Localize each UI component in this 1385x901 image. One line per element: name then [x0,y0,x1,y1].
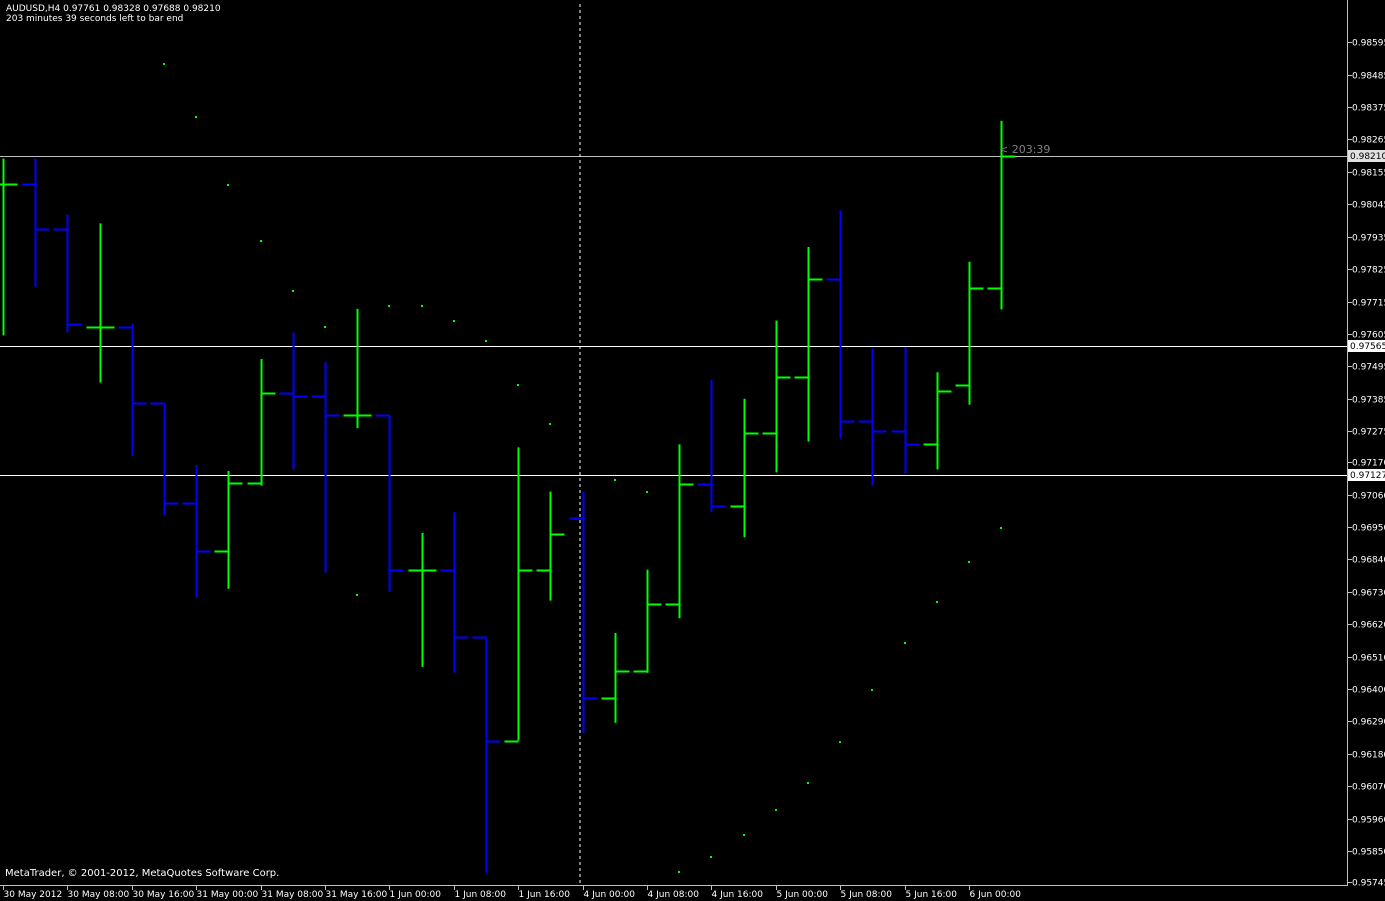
price-tick-label: 0.98485 [1352,72,1385,82]
time-tick-label: 5 Jun 08:00 [841,890,893,900]
sar-dot [646,491,648,493]
sar-dot [678,871,680,873]
bar-timer-label: < 203:39 [999,143,1050,156]
sar-dot [517,384,519,386]
chart-background [0,0,1385,901]
price-tick-label: 0.97060 [1352,492,1385,502]
time-tick-label: 30 May 16:00 [133,890,195,900]
sar-dot [807,782,809,784]
price-tick-label: 0.97715 [1352,299,1385,309]
time-tick-label: 4 Jun 16:00 [712,890,764,900]
price-tick-label: 0.96290 [1352,718,1385,728]
price-tick-label: 0.98265 [1352,136,1385,146]
price-tick-label: 0.97825 [1352,266,1385,276]
time-tick-label: 31 May 00:00 [197,890,259,900]
price-level-label: 0.97565 [1350,342,1385,352]
sar-dot [614,479,616,481]
sar-dot [163,63,165,65]
sar-dot [195,116,197,118]
sar-dot [485,340,487,342]
price-tick-label: 0.96620 [1352,621,1385,631]
price-tick-label: 0.96180 [1352,751,1385,761]
sar-dot [968,561,970,563]
copyright-notice: MetaTrader, © 2001-2012, MetaQuotes Soft… [5,868,280,879]
price-level-label: 0.97127 [1350,471,1385,481]
price-tick-label: 0.97275 [1352,428,1385,438]
price-tick-label: 0.96070 [1352,783,1385,793]
sar-dot [227,184,229,186]
price-chart[interactable]: 0.98595 0.98485 0.98375 0.98265 0.98155 0.980… [0,0,1385,901]
sar-dot [871,689,873,691]
time-tick-label: 4 Jun 08:00 [648,890,700,900]
time-tick-label: 30 May 08:00 [68,890,130,900]
sar-dot [388,305,390,307]
price-tick-label: 0.95850 [1352,848,1385,858]
price-tick-label: 0.96950 [1352,524,1385,534]
sar-dot [839,741,841,743]
price-tick-label: 0.98375 [1352,104,1385,114]
sar-dot [324,326,326,328]
sar-dot [453,320,455,322]
sar-dot [260,240,262,242]
time-tick-label: 30 May 2012 [4,890,63,900]
sar-dot [743,834,745,836]
sar-dot [421,305,423,307]
price-tick-label: 0.98595 [1352,39,1385,49]
time-tick-label: 6 Jun 00:00 [970,890,1022,900]
sar-dot [775,809,777,811]
sar-dot [549,423,551,425]
sar-dot [1000,527,1002,529]
price-tick-label: 0.96840 [1352,556,1385,566]
price-tick-label: 0.97605 [1352,331,1385,341]
sar-dot [710,856,712,858]
time-tick-label: 5 Jun 00:00 [777,890,829,900]
price-tick-label: 0.96510 [1352,654,1385,664]
time-tick-label: 1 Jun 08:00 [455,890,507,900]
price-tick-label: 0.97170 [1352,459,1385,469]
sar-dot [904,642,906,644]
sar-dot [292,290,294,292]
price-tick-label: 0.97495 [1352,363,1385,373]
price-tick-label: 0.97385 [1352,396,1385,406]
time-tick-label: 31 May 08:00 [262,890,324,900]
price-tick-label: 0.95960 [1352,816,1385,826]
price-tick-label: 0.98155 [1352,169,1385,179]
time-tick-label: 1 Jun 00:00 [390,890,442,900]
price-tick-label: 0.96730 [1352,589,1385,599]
price-tick-label: 0.97935 [1352,234,1385,244]
sar-dot [356,594,358,596]
sar-dot [936,601,938,603]
price-tick-label: 0.98045 [1352,201,1385,211]
time-tick-label: 31 May 16:00 [326,890,388,900]
time-tick-label: 5 Jun 16:00 [906,890,958,900]
price-level-label: 0.98210 [1350,152,1385,162]
symbol-info: AUDUSD,H4 0.97761 0.98328 0.97688 0.9821… [6,4,221,14]
price-tick-label: 0.95745 [1352,879,1385,889]
price-tick-label: 0.96400 [1352,686,1385,696]
bar-countdown: 203 minutes 39 seconds left to bar end [6,14,184,24]
time-tick-label: 4 Jun 00:00 [584,890,636,900]
time-tick-label: 1 Jun 16:00 [519,890,571,900]
